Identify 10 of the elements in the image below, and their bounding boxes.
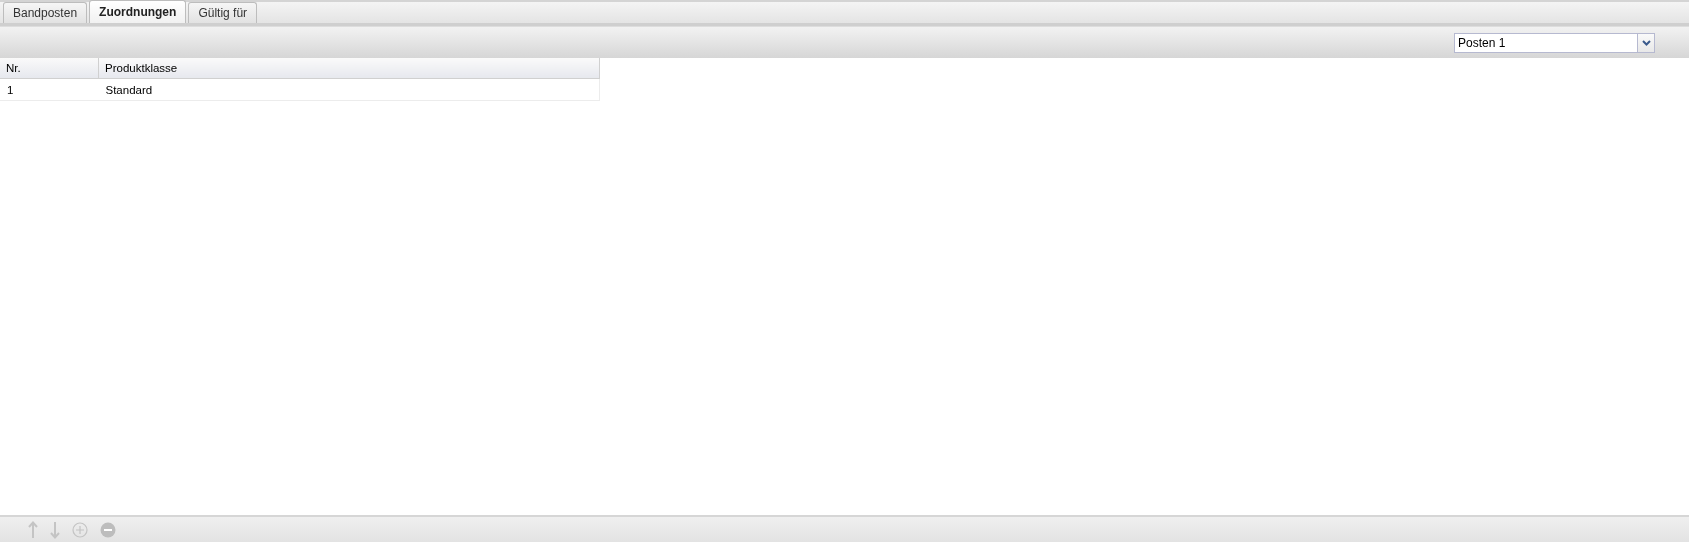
- chevron-down-icon: [1641, 39, 1651, 46]
- table-cell: Standard: [98, 78, 600, 101]
- column-header[interactable]: Produktklasse: [98, 58, 600, 79]
- dropdown-button[interactable]: [1637, 33, 1654, 52]
- tab[interactable]: Zuordnungen: [89, 0, 187, 23]
- tab[interactable]: Bandposten: [3, 2, 88, 23]
- table-cell: 1: [0, 78, 99, 101]
- column-header[interactable]: Nr.: [0, 58, 99, 79]
- tab[interactable]: Gültig für: [188, 2, 258, 23]
- posten-select[interactable]: Posten 1: [1454, 32, 1655, 53]
